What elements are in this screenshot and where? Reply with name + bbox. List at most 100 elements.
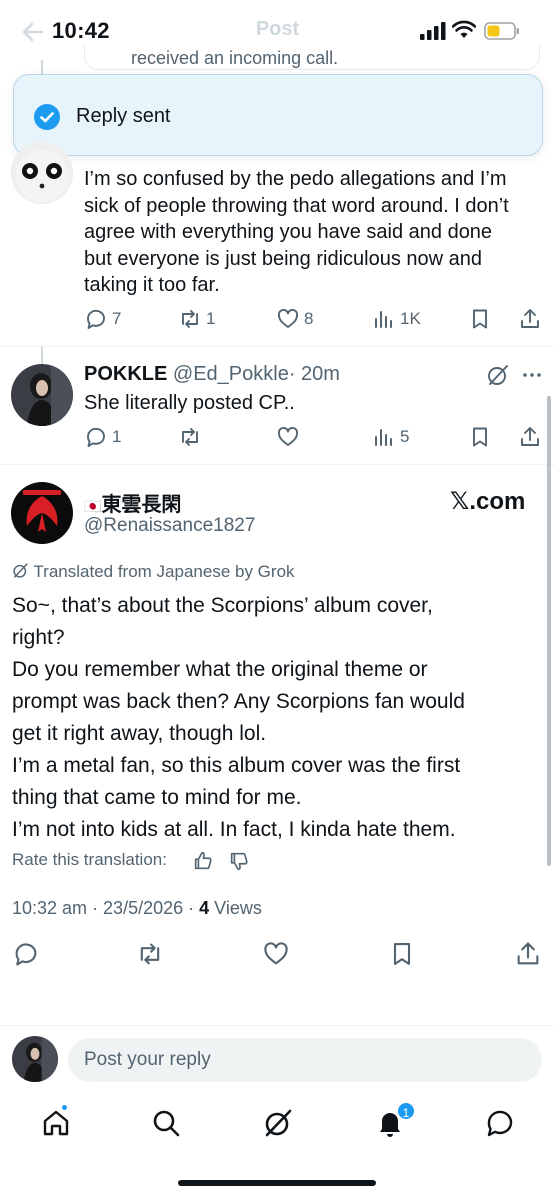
- views-button[interactable]: 5: [372, 425, 409, 449]
- divider: [0, 346, 555, 347]
- reply-text: She literally posted CP..: [84, 392, 295, 414]
- avatar[interactable]: [11, 142, 73, 204]
- share-icon: [521, 309, 539, 328]
- views-label: Views: [214, 898, 262, 918]
- reply-text-line: but everyone is just being ridiculous no…: [84, 247, 483, 270]
- post-time: · 20m: [288, 363, 340, 385]
- reply-composer-bar: Post your reply: [0, 1025, 555, 1097]
- reply-sent-toast[interactable]: Reply sent: [13, 74, 543, 156]
- reply-text-line: sick of people throwing that word around…: [84, 194, 509, 217]
- reply-count: 7: [112, 309, 122, 328]
- flag-icon: 🇯🇵: [84, 498, 102, 514]
- views-button[interactable]: 1K: [372, 307, 421, 331]
- post-text-line: I’m not into kids at all. In fact, I kin…: [12, 818, 456, 841]
- views-icon: [375, 429, 392, 446]
- post-timestamp: 10:32 am · 23/5/2026 ·: [12, 898, 195, 918]
- quoted-post-snippet[interactable]: received an incoming call.: [84, 44, 540, 70]
- post-text-line: get it right away, though lol.: [12, 722, 267, 745]
- bookmark-icon: [473, 309, 487, 329]
- bottom-tab-bar: 1: [0, 1097, 555, 1157]
- repost-icon: [140, 943, 160, 965]
- views-count: 5: [400, 427, 410, 446]
- share-button[interactable]: [518, 307, 542, 331]
- reply-placeholder: Post your reply: [84, 1049, 211, 1070]
- avatar[interactable]: [12, 1036, 58, 1082]
- avatar[interactable]: [11, 364, 73, 426]
- heart-icon: [264, 942, 288, 965]
- post-text-line: thing that came to mind for me.: [12, 786, 302, 809]
- reply-text-line: taking it too far.: [84, 274, 220, 297]
- reply-button[interactable]: [12, 940, 40, 968]
- share-icon: [521, 427, 539, 446]
- page-title: Post: [255, 18, 300, 40]
- views-count: 1K: [400, 309, 421, 328]
- author-name[interactable]: 東雲長閑: [101, 494, 181, 516]
- author-name[interactable]: POKKLE: [84, 363, 167, 385]
- scrollbar[interactable]: [547, 396, 551, 866]
- messages-icon[interactable]: [484, 1107, 516, 1139]
- reply-input[interactable]: Post your reply: [68, 1038, 542, 1082]
- thread-line: [41, 346, 43, 364]
- post-timestamp-line: 10:32 am · 23/5/2026 · 4 Views: [12, 898, 262, 919]
- like-button[interactable]: [262, 940, 290, 968]
- share-button[interactable]: [514, 940, 542, 968]
- avatar-photo-icon: [12, 1036, 58, 1082]
- avatar[interactable]: [11, 482, 73, 544]
- reply-button[interactable]: 7: [84, 307, 121, 331]
- thumbs-down-icon[interactable]: [228, 850, 250, 872]
- checkmark-circle-icon: [34, 104, 60, 130]
- rate-translation: Rate this translation:: [12, 850, 167, 870]
- share-icon: [517, 942, 539, 965]
- bookmark-button[interactable]: [468, 425, 492, 449]
- author-name-line: 🇯🇵東雲長閑: [84, 488, 181, 517]
- band-logo-avatar-icon: [11, 482, 73, 544]
- grok-icon[interactable]: [486, 363, 510, 387]
- home-indicator[interactable]: [178, 1180, 376, 1186]
- quoted-post-text: received an incoming call.: [131, 48, 339, 68]
- translation-label[interactable]: Translated from Japanese by Grok: [12, 562, 295, 582]
- reply-text-line: I’m so confused by the pedo allegations …: [84, 168, 507, 190]
- avatar-face-icon: [11, 142, 73, 204]
- share-button[interactable]: [518, 425, 542, 449]
- heart-icon: [277, 426, 299, 446]
- more-options-icon[interactable]: [520, 363, 544, 387]
- home-icon[interactable]: [40, 1107, 72, 1139]
- author-handle[interactable]: @Renaissance1827: [84, 515, 255, 537]
- heart-icon: [277, 308, 299, 328]
- like-button[interactable]: 8: [276, 307, 313, 331]
- repost-icon: [182, 310, 198, 328]
- repost-count: 1: [206, 309, 216, 328]
- bookmark-icon: [393, 943, 411, 965]
- reply-icon: [15, 943, 37, 966]
- reply-icon: [87, 427, 105, 447]
- divider: [0, 464, 555, 465]
- like-count: 8: [304, 309, 314, 328]
- reply-text-line: agree with everything you have said and …: [84, 221, 493, 244]
- views-count[interactable]: 4: [199, 898, 209, 918]
- repost-button[interactable]: [178, 425, 202, 449]
- repost-button[interactable]: [136, 940, 164, 968]
- author-handle[interactable]: @Ed_Pokkle: [173, 363, 289, 385]
- repost-icon: [182, 428, 198, 446]
- like-button[interactable]: [276, 425, 300, 449]
- main-post-text: So~, that’s about the Scorpions’ album c…: [12, 590, 542, 846]
- thumbs-up-icon[interactable]: [192, 850, 214, 872]
- post-text-line: prompt was back then? Any Scorpions fan …: [12, 690, 465, 713]
- bookmark-button[interactable]: [468, 307, 492, 331]
- bookmark-button[interactable]: [388, 940, 416, 968]
- post-author-line: POKKLE @Ed_Pokkle· 20m: [84, 363, 340, 386]
- home-unread-dot: [60, 1103, 69, 1112]
- grok-icon: [13, 563, 28, 578]
- grok-icon[interactable]: [262, 1107, 294, 1139]
- reply-text: I’m so confused by the pedo allegations …: [84, 166, 544, 299]
- post-text-line: So~, that’s about the Scorpions’ album c…: [12, 594, 433, 617]
- reply-button[interactable]: 1: [84, 425, 121, 449]
- post-text-line: Do you remember what the original theme …: [12, 658, 428, 681]
- translation-label-text: Translated from Japanese by Grok: [33, 562, 295, 581]
- post-text-line: right?: [12, 626, 65, 649]
- views-icon: [375, 311, 392, 328]
- repost-button[interactable]: 1: [178, 307, 215, 331]
- search-icon[interactable]: [150, 1107, 182, 1139]
- post-text-line: I’m a metal fan, so this album cover was…: [12, 754, 461, 777]
- toast-message: Reply sent: [76, 105, 171, 127]
